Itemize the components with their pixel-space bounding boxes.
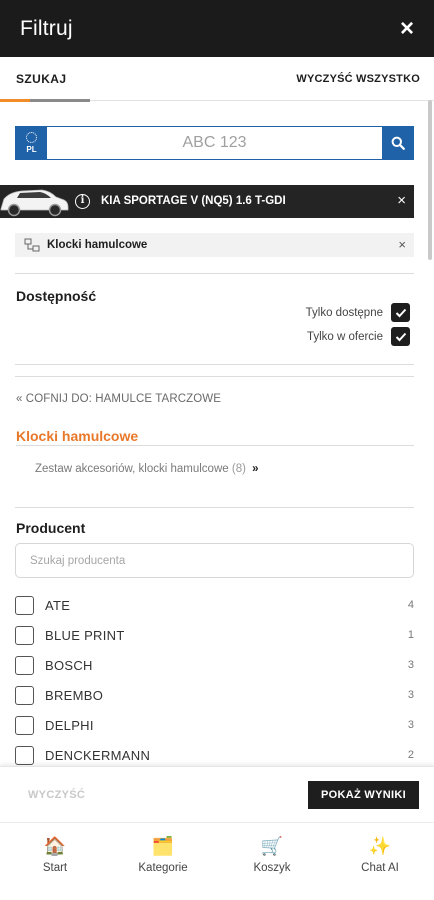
nav-label: Kategorie <box>138 862 188 874</box>
filter-header: Filtruj × <box>0 0 434 57</box>
producer-count: 3 <box>407 659 414 671</box>
nav-label: Chat AI <box>361 862 399 874</box>
remove-category-icon[interactable]: × <box>398 237 406 252</box>
divider <box>15 376 414 377</box>
availability-option-available[interactable]: Tylko dostępne <box>306 303 410 322</box>
filter-action-bar: WYCZYŚĆ POKAŻ WYNIKI <box>0 766 434 822</box>
clear-button[interactable]: WYCZYŚĆ <box>28 789 85 801</box>
tab-search[interactable]: SZUKAJ <box>16 72 66 86</box>
eu-stars-icon <box>26 132 37 143</box>
producer-count: 3 <box>407 719 414 731</box>
checkbox-unchecked[interactable] <box>15 745 34 765</box>
license-plate-input[interactable] <box>47 127 382 159</box>
checkbox-checked[interactable] <box>391 327 410 346</box>
country-badge: PL <box>16 127 47 159</box>
checkbox-checked[interactable] <box>391 303 410 322</box>
country-code: PL <box>26 145 37 154</box>
category-chip: Klocki hamulcowe × <box>15 233 414 257</box>
folder-icon: 🗂️ <box>151 836 175 856</box>
bottom-navigation: 🏠 Start 🗂️ Kategorie 🛒 Koszyk ✨ Chat AI <box>0 822 434 900</box>
producer-item[interactable]: DELPHI 3 <box>15 710 414 740</box>
nav-label: Koszyk <box>253 862 291 874</box>
subcategory-label: Zestaw akcesoriów, klocki hamulcowe <box>35 463 229 475</box>
remove-vehicle-icon[interactable]: × <box>397 192 406 209</box>
scrollbar[interactable] <box>428 100 432 260</box>
current-category: Klocki hamulcowe <box>16 428 139 444</box>
subcategory-count: (8) <box>231 463 246 475</box>
car-image <box>0 189 69 217</box>
nav-item-chat-ai[interactable]: ✨ Chat AI <box>335 835 425 874</box>
producer-search-input[interactable] <box>15 543 414 578</box>
producer-count: 4 <box>407 599 414 611</box>
double-chevron-left-icon: « <box>16 393 23 405</box>
divider <box>16 445 414 446</box>
availability-option-label: Tylko w ofercie <box>306 330 383 343</box>
subcategory-link[interactable]: Zestaw akcesoriów, klocki hamulcowe (8) … <box>35 463 259 475</box>
producer-name: DELPHI <box>45 717 94 733</box>
producer-name: ATE <box>45 597 71 613</box>
category-icon <box>24 238 40 252</box>
nav-item-start[interactable]: 🏠 Start <box>10 835 100 874</box>
availability-option-label: Tylko dostępne <box>305 306 383 319</box>
producer-item[interactable]: BLUE PRINT 1 <box>15 620 414 650</box>
producer-count: 3 <box>407 689 414 701</box>
divider <box>15 507 414 508</box>
checkbox-unchecked[interactable] <box>15 595 34 615</box>
back-to-parent-category-link[interactable]: « COFNIJ DO: HAMULCE TARCZOWE <box>16 393 221 405</box>
checkbox-unchecked[interactable] <box>15 655 34 675</box>
producer-name: BREMBO <box>45 687 104 703</box>
license-plate-search: PL <box>15 126 414 160</box>
home-icon: 🏠 <box>43 836 67 856</box>
sparkles-icon: ✨ <box>368 836 392 856</box>
producer-name: BOSCH <box>45 657 93 673</box>
plate-search-button[interactable] <box>382 127 413 159</box>
producer-title: Producent <box>16 520 86 536</box>
divider <box>15 273 414 274</box>
availability-title: Dostępność <box>16 288 97 304</box>
divider <box>15 364 414 365</box>
filter-tabs: SZUKAJ WYCZYŚĆ WSZYSTKO <box>0 57 434 102</box>
selected-vehicle-bar: i KIA SPORTAGE V (NQ5) 1.6 T-GDI × <box>0 185 414 218</box>
show-results-button[interactable]: POKAŻ WYNIKI <box>308 781 419 809</box>
cart-icon: 🛒 <box>260 836 284 856</box>
back-link-label: COFNIJ DO: HAMULCE TARCZOWE <box>25 393 222 405</box>
producer-name: DENCKERMANN <box>45 747 151 763</box>
tab-indicator-track <box>30 99 90 102</box>
producer-count: 1 <box>407 629 414 641</box>
checkbox-unchecked[interactable] <box>15 715 34 735</box>
checkmark-icon <box>395 332 406 341</box>
producer-item[interactable]: BOSCH 3 <box>15 650 414 680</box>
search-icon <box>391 136 405 150</box>
page-title: Filtruj <box>20 16 73 40</box>
info-icon[interactable]: i <box>75 194 90 209</box>
producer-name: BLUE PRINT <box>45 627 125 643</box>
double-chevron-right-icon: » <box>252 463 259 475</box>
checkmark-icon <box>395 308 406 317</box>
producer-item[interactable]: BREMBO 3 <box>15 680 414 710</box>
tab-active-indicator <box>0 99 30 102</box>
close-icon[interactable]: × <box>400 16 414 41</box>
nav-item-categories[interactable]: 🗂️ Kategorie <box>118 835 208 874</box>
producer-list: ATE 4 BLUE PRINT 1 BOSCH 3 BREMBO 3 DELP… <box>15 590 414 770</box>
nav-label: Start <box>42 862 68 874</box>
availability-option-in-offer[interactable]: Tylko w ofercie <box>307 327 410 346</box>
producer-count: 2 <box>407 749 414 761</box>
clear-all-button[interactable]: WYCZYŚĆ WSZYSTKO <box>296 73 420 85</box>
checkbox-unchecked[interactable] <box>15 685 34 705</box>
nav-item-cart[interactable]: 🛒 Koszyk <box>227 835 317 874</box>
vehicle-name: KIA SPORTAGE V (NQ5) 1.6 T-GDI <box>101 195 286 207</box>
category-chip-label: Klocki hamulcowe <box>47 239 148 251</box>
checkbox-unchecked[interactable] <box>15 625 34 645</box>
producer-item[interactable]: ATE 4 <box>15 590 414 620</box>
